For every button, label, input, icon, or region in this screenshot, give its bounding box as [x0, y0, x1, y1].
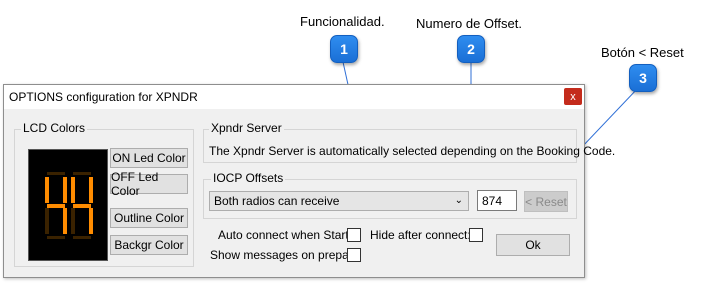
options-dialog: OPTIONS configuration for XPNDR x LCD Co…	[3, 84, 615, 278]
hide-after-connect-checkbox[interactable]	[469, 228, 483, 242]
ok-button[interactable]: Ok	[496, 234, 570, 256]
lcd-digits-icon	[45, 172, 93, 239]
offset-number-input[interactable]: 874	[477, 190, 517, 211]
lcd-colors-title: LCD Colors	[21, 121, 88, 135]
off-led-color-button[interactable]: OFF Led Color	[110, 170, 188, 198]
reset-button[interactable]: < Reset	[524, 191, 568, 212]
function-select-value: Both radios can receive	[214, 194, 340, 208]
title-bar: OPTIONS configuration for XPNDR x	[4, 85, 584, 109]
xpndr-server-message: The Xpndr Server is automatically select…	[209, 144, 616, 158]
callout-badge-2: 2	[457, 35, 485, 63]
lcd-display-preview	[28, 149, 108, 261]
auto-connect-label: Auto connect when Start:	[218, 228, 353, 242]
show-messages-label: Show messages on prepar:	[210, 248, 357, 262]
outline-color-button[interactable]: Outline Color	[110, 208, 188, 228]
show-messages-checkbox[interactable]	[347, 248, 361, 262]
auto-connect-checkbox[interactable]	[347, 228, 361, 242]
function-select[interactable]: Both radios can receive ⌄	[209, 191, 469, 211]
window-title: OPTIONS configuration for XPNDR	[9, 90, 198, 104]
iocp-offsets-title: IOCP Offsets	[211, 171, 286, 185]
chevron-down-icon: ⌄	[454, 195, 463, 206]
background-color-button[interactable]: Backgr Color	[110, 235, 188, 255]
hide-after-connect-label: Hide after connect:	[370, 228, 471, 242]
close-button[interactable]: x	[564, 88, 582, 105]
callout-badge-1: 1	[330, 35, 358, 63]
on-led-color-button[interactable]: ON Led Color	[110, 148, 188, 168]
callout-badge-3: 3	[629, 64, 657, 92]
xpndr-server-title: Xpndr Server	[209, 121, 284, 135]
